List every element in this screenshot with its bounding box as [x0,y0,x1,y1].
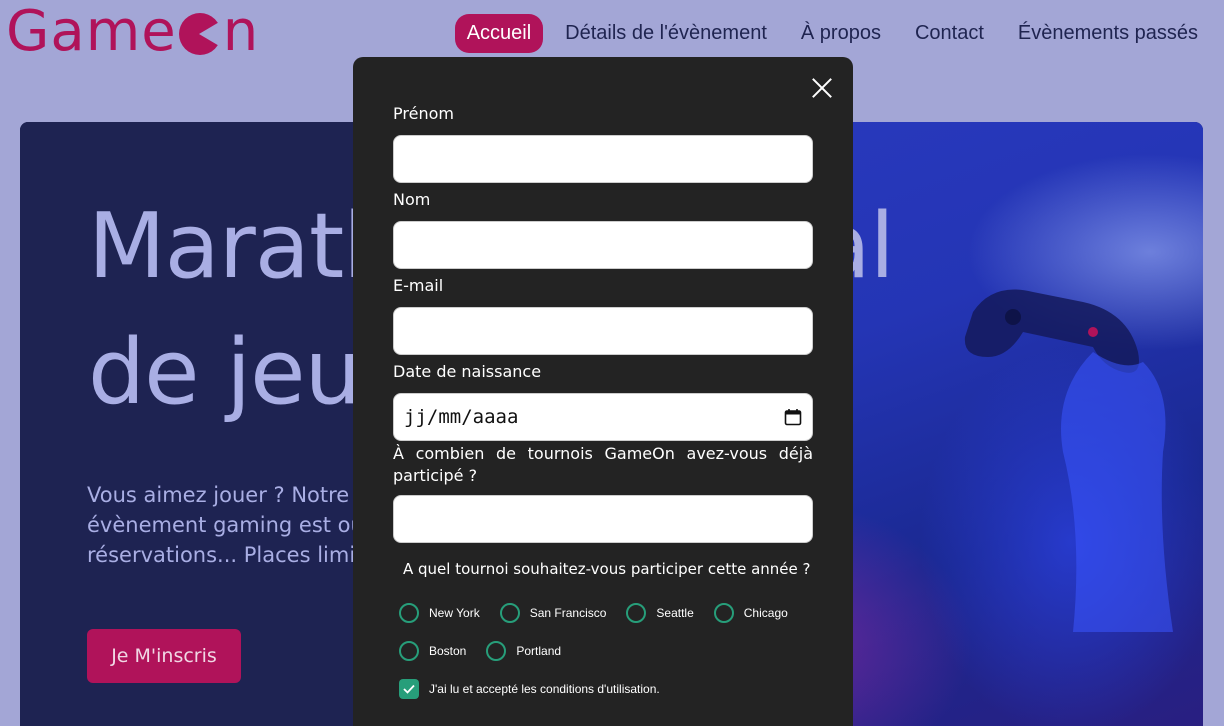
last-name-label: Nom [393,190,431,209]
logo-text-left: Game [6,0,177,64]
radio-circle[interactable] [499,603,520,623]
radio-circle[interactable] [713,603,734,623]
location-question: A quel tournoi souhaitez-vous participer… [403,560,811,578]
hero-text-line-1: Vous aimez jouer ? Notre prochain [87,483,448,507]
radio-label: Boston [429,644,467,658]
last-name-field[interactable] [393,221,813,269]
signup-button[interactable]: Je M'inscris [87,629,241,683]
email-field[interactable] [393,307,813,355]
tournaments-question: À combien de tournois GameOn avez-vous d… [393,444,813,485]
hero-text-line-2: évènement gaming est ouvert aux [87,513,452,537]
email-label: E-mail [393,276,444,295]
birthdate-label: Date de naissance [393,362,542,381]
terms-label: J'ai lu et accepté les conditions d'util… [429,682,660,696]
radio-label: New York [429,606,480,620]
radio-circle[interactable] [626,603,647,623]
gameon-logo[interactable]: Game n [6,2,259,62]
close-icon[interactable] [811,77,833,99]
radio-label: Chicago [743,606,788,620]
radio-new-york[interactable]: New York [399,603,480,623]
nav-item-a-propos[interactable]: À propos [789,14,893,53]
calendar-icon[interactable] [784,408,802,426]
check-icon [403,684,415,694]
main-nav: Accueil Détails de l'évènement À propos … [454,14,1210,53]
birthdate-field[interactable]: jj/mm/aaaa [393,393,813,441]
radio-label: Seattle [656,606,694,620]
terms-row: J'ai lu et accepté les conditions d'util… [399,679,813,699]
radio-portland[interactable]: Portland [486,641,561,661]
radio-circle[interactable] [399,603,419,623]
logo-text-right: n [222,0,260,64]
terms-checkbox[interactable] [399,679,419,699]
birthdate-placeholder: jj/mm/aaaa [404,406,519,428]
nav-item-accueil[interactable]: Accueil [454,14,544,53]
radio-label: Portland [516,644,562,658]
pacman-logo-icon [178,13,221,55]
radio-boston[interactable]: Boston [399,641,466,661]
radio-circle[interactable] [399,641,419,661]
radio-seattle[interactable]: Seattle [626,603,694,623]
radio-circle[interactable] [486,641,507,661]
hero-text-line-3: réservations... Places limitées ! [87,543,416,567]
hero-description: Vous aimez jouer ? Notre prochain évènem… [87,480,452,570]
location-radio-group: New York San Francisco Seattle Chicago B… [393,603,823,661]
tournaments-count-field[interactable] [393,495,813,543]
radio-san-francisco[interactable]: San Francisco [499,603,607,623]
radio-chicago[interactable]: Chicago [713,603,788,623]
nav-item-contact[interactable]: Contact [903,14,996,53]
first-name-field[interactable] [393,135,813,183]
signup-modal: Prénom Nom E-mail Date de naissance jj/m… [353,57,853,726]
first-name-label: Prénom [393,104,454,123]
hand-icon [1061,352,1173,632]
nav-item-evenements-passes[interactable]: Évènements passés [1006,14,1210,53]
nav-item-details[interactable]: Détails de l'évènement [553,14,779,53]
radio-label: San Francisco [529,606,607,620]
